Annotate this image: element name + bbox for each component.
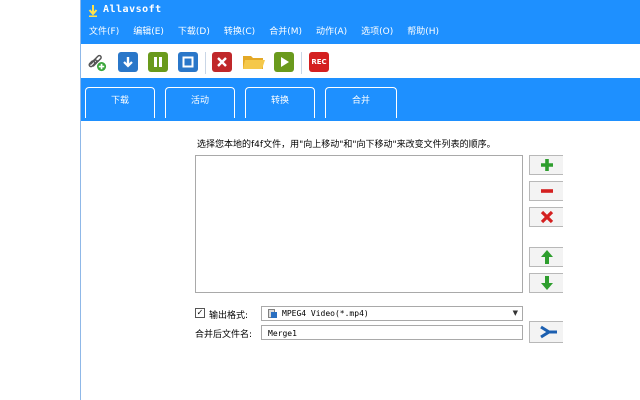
- play-icon: [281, 57, 289, 67]
- tab-convert[interactable]: 转换: [245, 87, 315, 118]
- window-title: Allavsoft: [103, 4, 162, 15]
- pause-icon: [154, 57, 162, 67]
- menu-action[interactable]: 动作(A): [309, 24, 354, 40]
- stop-button[interactable]: [178, 52, 198, 72]
- chevron-down-icon: ▼: [512, 309, 518, 317]
- menu-edit[interactable]: 编辑(E): [126, 24, 171, 40]
- merge-arrow-icon: [540, 325, 557, 339]
- clear-list-button[interactable]: [529, 207, 563, 227]
- rec-icon: REC: [311, 58, 327, 66]
- merge-file-list[interactable]: [195, 155, 523, 293]
- toolbar-separator: [301, 52, 302, 74]
- play-button[interactable]: [274, 52, 294, 72]
- title-bar: Allavsoft 文件(F) 编辑(E) 下载(D) 转换(C) 合并(M) …: [81, 0, 640, 44]
- tab-strip: 下载 活动 转换 合并: [81, 78, 640, 118]
- start-merge-button[interactable]: [529, 321, 563, 343]
- delete-icon: [540, 210, 553, 224]
- paste-url-button[interactable]: [87, 52, 107, 72]
- delete-icon: [217, 57, 227, 67]
- merged-filename-input[interactable]: [261, 325, 523, 340]
- menu-help[interactable]: 帮助(H): [400, 24, 446, 40]
- menu-download[interactable]: 下载(D): [171, 24, 217, 40]
- output-format-value: MPEG4 Video(*.mp4): [282, 309, 369, 318]
- pause-button[interactable]: [148, 52, 168, 72]
- download-button[interactable]: [118, 52, 138, 72]
- open-folder-button[interactable]: [242, 52, 266, 72]
- move-up-icon: [540, 250, 553, 264]
- checkmark-icon: ✓: [196, 308, 204, 317]
- merge-panel: 选择您本地的f4f文件，用"向上移动"和"向下移动"来改变文件列表的顺序。 ✓ …: [81, 118, 640, 400]
- stop-icon: [182, 56, 194, 68]
- menu-file[interactable]: 文件(F): [81, 24, 126, 40]
- app-logo-icon: [88, 5, 98, 17]
- app-window: Allavsoft 文件(F) 编辑(E) 下载(D) 转换(C) 合并(M) …: [80, 0, 640, 400]
- menu-merge[interactable]: 合并(M): [262, 24, 309, 40]
- output-format-select[interactable]: MPEG4 Video(*.mp4) ▼: [261, 306, 523, 321]
- add-file-button[interactable]: [529, 155, 563, 175]
- menu-options[interactable]: 选项(O): [354, 24, 400, 40]
- download-icon: [123, 57, 133, 68]
- toolbar-separator: [205, 52, 206, 74]
- tab-activity[interactable]: 活动: [165, 87, 235, 118]
- output-format-checkbox[interactable]: ✓: [195, 308, 205, 318]
- menu-bar: 文件(F) 编辑(E) 下载(D) 转换(C) 合并(M) 动作(A) 选项(O…: [81, 24, 446, 40]
- link-add-icon: [88, 54, 107, 72]
- move-down-button[interactable]: [529, 273, 563, 293]
- toolbar: REC: [81, 44, 640, 79]
- move-down-icon: [540, 276, 553, 290]
- delete-button[interactable]: [212, 52, 232, 72]
- folder-icon: [243, 56, 265, 69]
- output-format-label: 输出格式:: [209, 311, 249, 321]
- remove-file-button[interactable]: [529, 181, 563, 201]
- move-up-button[interactable]: [529, 247, 563, 267]
- menu-convert[interactable]: 转换(C): [217, 24, 262, 40]
- record-button[interactable]: REC: [309, 52, 329, 72]
- video-file-icon: [268, 309, 277, 318]
- tab-merge[interactable]: 合并: [325, 87, 397, 118]
- remove-icon: [540, 189, 553, 193]
- tab-download[interactable]: 下载: [85, 87, 155, 118]
- add-icon: [540, 159, 553, 171]
- merged-filename-label: 合并后文件名:: [195, 330, 253, 340]
- merge-instructions: 选择您本地的f4f文件，用"向上移动"和"向下移动"来改变文件列表的顺序。: [197, 140, 496, 150]
